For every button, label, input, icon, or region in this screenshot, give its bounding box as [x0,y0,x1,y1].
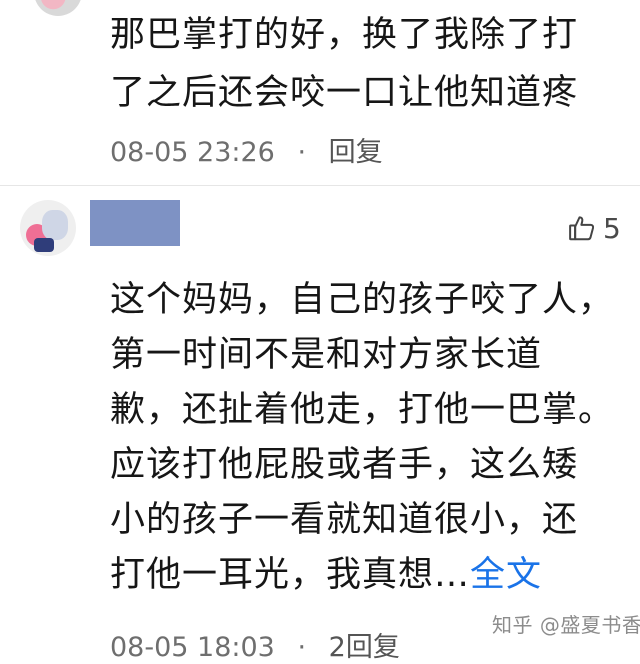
thumbs-up-icon [569,216,595,241]
comment-line: 应该打他屁股或者手，这么矮 [110,445,579,485]
watermark: 知乎 @盛夏书香 [492,613,640,637]
comment-line: 歉，还扯着他走，打他一巴掌。 [110,390,615,430]
username-redacted[interactable] [90,200,180,246]
like-button[interactable]: 5 [567,211,621,245]
comment-line: 第一时间不是和对方家长道 [110,335,543,375]
avatar[interactable] [34,0,82,16]
avatar[interactable] [20,200,76,256]
meta-separator: · [297,632,307,663]
comment-time: 08-05 18:03 [110,632,275,663]
reply-count-button[interactable]: 2回复 [329,632,400,663]
comment-text: 这个妈妈，自己的孩子咬了人， 第一时间不是和对方家长道 歉，还扯着他走，打他一巴… [110,273,630,603]
comment-line: 那巴掌打的好，换了我除了打 [110,15,579,55]
comment-time: 08-05 23:26 [110,137,275,168]
comment-divider [0,185,640,186]
meta-separator: · [297,137,307,168]
reply-button[interactable]: 回复 [329,137,383,168]
comment-line: 小的孩子一看就知道很小，还 [110,500,579,540]
comment-meta: 08-05 18:03 · 2回复 [110,625,400,664]
comment-text: 那巴掌打的好，换了我除了打 了之后还会咬一口让他知道疼 [110,6,630,122]
comment-line: 这个妈妈，自己的孩子咬了人， [110,280,615,320]
full-text-link[interactable]: 全文 [470,555,542,595]
like-count: 5 [603,211,621,245]
comment-meta: 08-05 23:26 · 回复 [110,130,383,169]
comment-line: 了之后还会咬一口让他知道疼 [110,73,579,113]
comment-line: 打他一耳光，我真想… [110,555,471,595]
